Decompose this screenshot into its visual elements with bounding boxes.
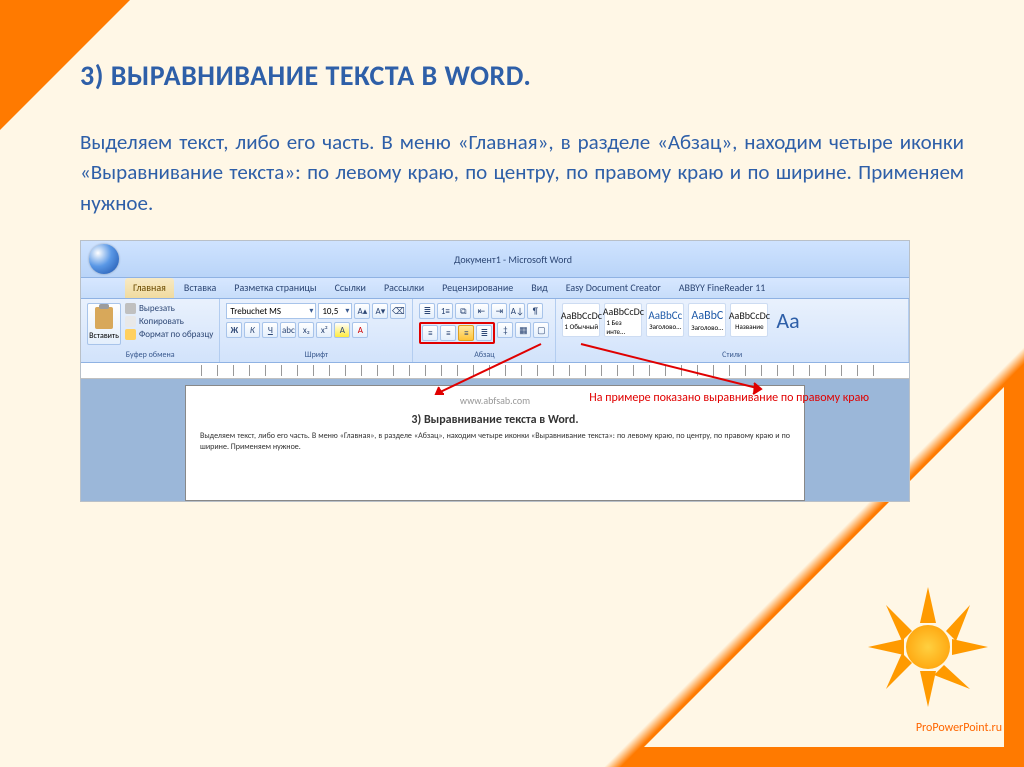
arrow-callout-1	[431, 339, 771, 419]
slide: 3) ВЫРАВНИВАНИЕ ТЕКСТА В WORD. Выделяем …	[0, 0, 1024, 767]
tab-easy-doc[interactable]: Easy Document Creator	[558, 278, 669, 298]
tab-page-layout[interactable]: Разметка страницы	[226, 278, 324, 298]
sun-logo-icon	[868, 587, 988, 707]
font-color-icon[interactable]: A	[352, 322, 368, 338]
strike-icon[interactable]: abc	[280, 322, 296, 338]
word-screenshot: Документ1 - Microsoft Word Главная Встав…	[80, 240, 910, 502]
group-clipboard: Вставить Вырезать Копировать Формат по о…	[81, 299, 220, 362]
sort-icon[interactable]: A↓	[509, 303, 525, 319]
scissors-icon	[125, 303, 136, 314]
indent-icon[interactable]: ⇥	[491, 303, 507, 319]
bold-icon[interactable]: Ж	[226, 322, 242, 338]
italic-icon[interactable]: К	[244, 322, 260, 338]
office-orb-icon[interactable]	[89, 244, 119, 274]
example-body: Выделяем текст, либо его часть. В меню «…	[200, 431, 790, 452]
tab-mailings[interactable]: Рассылки	[376, 278, 432, 298]
footer-link: ProPowerPoint.ru	[916, 721, 1002, 735]
subscript-icon[interactable]: x₂	[298, 322, 314, 338]
tab-view[interactable]: Вид	[523, 278, 555, 298]
shading-icon[interactable]: ▦	[515, 322, 531, 338]
copy-icon	[125, 316, 136, 327]
document-title: Документ1 - Microsoft Word	[125, 253, 901, 266]
ribbon-tabs: Главная Вставка Разметка страницы Ссылки…	[81, 278, 909, 299]
cut-button[interactable]: Вырезать	[125, 303, 213, 314]
tab-abbyy[interactable]: ABBYY FineReader 11	[671, 278, 774, 298]
underline-icon[interactable]: Ч	[262, 322, 278, 338]
clipboard-icon	[95, 307, 113, 329]
superscript-icon[interactable]: x²	[316, 322, 332, 338]
style-normal[interactable]: AaBbCcDc1 Обычный	[562, 303, 600, 337]
style-heading2[interactable]: AaBbCЗаголово...	[688, 303, 726, 337]
slide-description: Выделяем текст, либо его часть. В меню «…	[80, 127, 964, 218]
copy-button[interactable]: Копировать	[125, 316, 213, 327]
style-heading1[interactable]: AaBbCcЗаголово...	[646, 303, 684, 337]
tab-insert[interactable]: Вставка	[176, 278, 224, 298]
content: 3) ВЫРАВНИВАНИЕ ТЕКСТА В WORD. Выделяем …	[0, 0, 1024, 502]
group-font: Trebuchet MS 10,5 A▴ A▾ ⌫ Ж К Ч abc x₂	[220, 299, 413, 362]
highlight-icon[interactable]: A	[334, 322, 350, 338]
show-marks-icon[interactable]: ¶	[527, 303, 543, 319]
tab-review[interactable]: Рецензирование	[434, 278, 521, 298]
tab-references[interactable]: Ссылки	[327, 278, 374, 298]
tab-home[interactable]: Главная	[125, 278, 174, 298]
grow-font-icon[interactable]: A▴	[354, 303, 370, 319]
borders-icon[interactable]: ▢	[533, 322, 549, 338]
style-title[interactable]: AaBbCcDcНазвание	[730, 303, 768, 337]
shrink-font-icon[interactable]: A▾	[372, 303, 388, 319]
font-name-select[interactable]: Trebuchet MS	[226, 303, 316, 319]
bullets-icon[interactable]: ≣	[419, 303, 435, 319]
font-group-label: Шрифт	[226, 350, 406, 360]
style-no-spacing[interactable]: AaBbCcDc1 Без инте...	[604, 303, 642, 337]
brush-icon	[125, 329, 136, 340]
paste-label: Вставить	[89, 331, 119, 341]
line-spacing-icon[interactable]: ‡	[497, 322, 513, 338]
slide-title: 3) ВЫРАВНИВАНИЕ ТЕКСТА В WORD.	[80, 58, 964, 93]
font-size-select[interactable]: 10,5	[318, 303, 352, 319]
window-titlebar: Документ1 - Microsoft Word	[81, 241, 909, 278]
document-area[interactable]: www.abfsab.com 3) Выравнивание текста в …	[81, 379, 909, 501]
clear-format-icon[interactable]: ⌫	[390, 303, 406, 319]
paste-button[interactable]: Вставить	[87, 303, 121, 345]
outdent-icon[interactable]: ⇤	[473, 303, 489, 319]
format-painter-button[interactable]: Формат по образцу	[125, 329, 213, 340]
multilevel-icon[interactable]: ⧉	[455, 303, 471, 319]
numbering-icon[interactable]: 1≡	[437, 303, 453, 319]
change-styles-icon[interactable]: Aa	[772, 307, 803, 334]
callout-text: На примере показано выравнивание по прав…	[589, 391, 869, 405]
clipboard-group-label: Буфер обмена	[87, 350, 213, 360]
